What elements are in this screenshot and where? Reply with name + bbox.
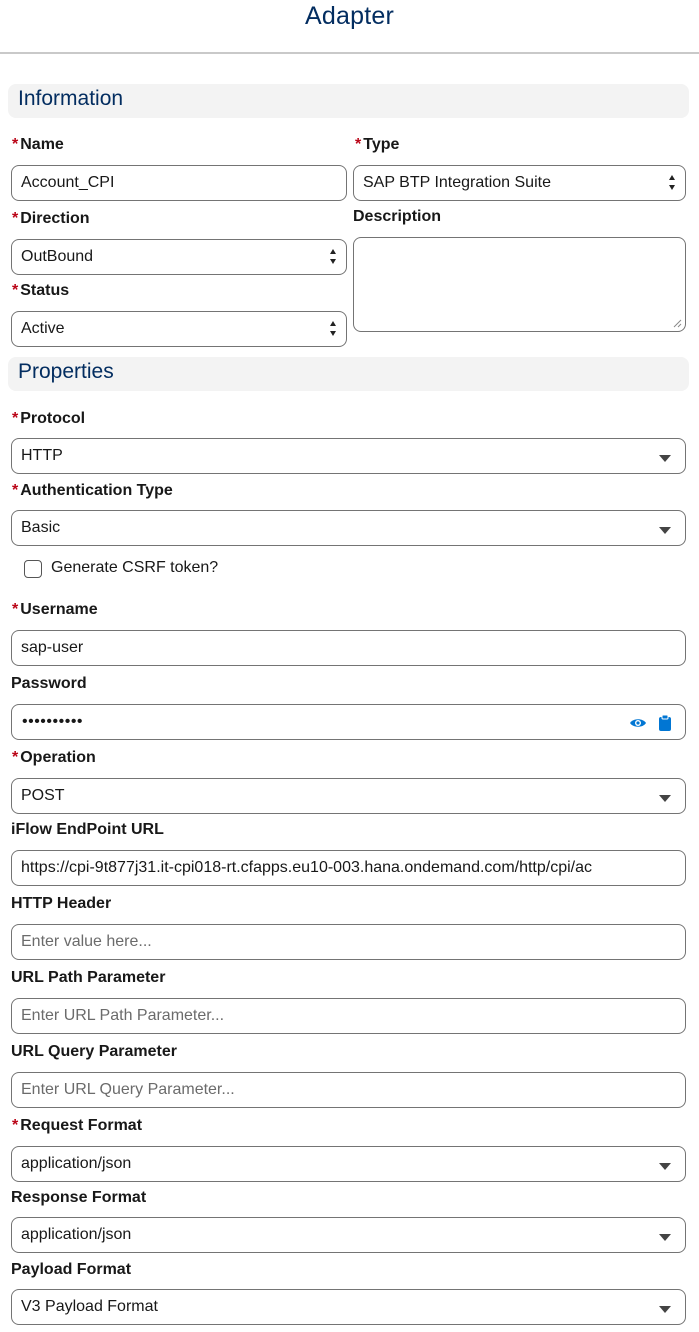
chevron-down-icon: [659, 455, 671, 462]
section-title: Information: [18, 87, 124, 110]
username-input[interactable]: sap-user: [11, 630, 686, 666]
payload-format-label: Payload Format: [11, 1261, 132, 1278]
username-label: * Username: [12, 601, 98, 618]
auth-type-select[interactable]: Basic: [11, 510, 686, 546]
status-select[interactable]: Active: [11, 311, 347, 347]
required-marker: *: [12, 482, 19, 499]
section-title: Properties: [18, 360, 114, 383]
request-format-value: application/json: [21, 1155, 132, 1172]
status-value: Active: [21, 320, 65, 337]
required-marker: *: [12, 210, 19, 227]
protocol-select[interactable]: HTTP: [11, 438, 686, 474]
request-format-label: * Request Format: [12, 1117, 143, 1134]
http-header-label: HTTP Header: [11, 895, 112, 912]
updown-arrows-icon: [668, 175, 676, 191]
updown-arrows-icon: [329, 249, 337, 265]
http-header-input[interactable]: Enter value here...: [11, 924, 686, 960]
description-label: Description: [353, 208, 442, 225]
response-format-label: Response Format: [11, 1189, 147, 1206]
csrf-checkbox[interactable]: [24, 560, 42, 578]
name-input[interactable]: Account_CPI: [11, 165, 347, 201]
clipboard-icon[interactable]: [656, 714, 674, 732]
protocol-label: * Protocol: [12, 410, 86, 427]
required-marker: *: [12, 749, 19, 766]
url-path-param-label: URL Path Parameter: [11, 969, 166, 986]
chevron-down-icon: [659, 1306, 671, 1313]
type-value: SAP BTP Integration Suite: [363, 174, 551, 191]
payload-format-value: V3 Payload Format: [21, 1298, 158, 1315]
url-query-param-label: URL Query Parameter: [11, 1043, 177, 1060]
page-header: Adapter: [0, 0, 699, 54]
section-properties: Properties: [8, 357, 689, 391]
chevron-down-icon: [659, 795, 671, 802]
auth-type-value: Basic: [21, 519, 61, 536]
payload-format-select[interactable]: V3 Payload Format: [11, 1289, 686, 1325]
response-format-select[interactable]: application/json: [11, 1217, 686, 1253]
required-marker: *: [12, 136, 19, 153]
url-path-param-input[interactable]: Enter URL Path Parameter...: [11, 998, 686, 1034]
updown-arrows-icon: [329, 321, 337, 337]
password-label: Password: [11, 675, 87, 692]
operation-select[interactable]: POST: [11, 778, 686, 814]
direction-select[interactable]: OutBound: [11, 239, 347, 275]
iflow-url-input[interactable]: https://cpi-9t877j31.it-cpi018-rt.cfapps…: [11, 850, 686, 886]
direction-value: OutBound: [21, 248, 94, 265]
direction-label: * Direction: [12, 210, 90, 227]
auth-type-label: * Authentication Type: [12, 482, 173, 499]
required-marker: *: [12, 282, 19, 299]
status-label: * Status: [12, 282, 70, 299]
password-value: ••••••••••: [22, 713, 84, 730]
required-marker: *: [12, 1117, 19, 1134]
required-marker: *: [355, 136, 362, 153]
resize-grip-icon[interactable]: [672, 318, 682, 328]
request-format-select[interactable]: application/json: [11, 1146, 686, 1182]
url-query-param-input[interactable]: Enter URL Query Parameter...: [11, 1072, 686, 1108]
type-select[interactable]: SAP BTP Integration Suite: [353, 165, 686, 201]
csrf-label[interactable]: Generate CSRF token?: [51, 559, 218, 577]
name-label: * Name: [12, 136, 64, 153]
chevron-down-icon: [659, 527, 671, 534]
response-format-value: application/json: [21, 1226, 132, 1243]
chevron-down-icon: [659, 1234, 671, 1241]
password-input[interactable]: ••••••••••: [11, 704, 686, 740]
type-label: * Type: [355, 136, 400, 153]
iflow-url-label: iFlow EndPoint URL: [11, 821, 164, 838]
page-title: Adapter: [305, 2, 394, 30]
operation-label: * Operation: [12, 749, 96, 766]
chevron-down-icon: [659, 1163, 671, 1170]
operation-value: POST: [21, 787, 65, 804]
description-textarea[interactable]: [353, 237, 686, 332]
protocol-value: HTTP: [21, 447, 63, 464]
eye-icon[interactable]: [629, 714, 647, 732]
section-information: Information: [8, 84, 689, 118]
required-marker: *: [12, 601, 19, 618]
required-marker: *: [12, 410, 19, 427]
